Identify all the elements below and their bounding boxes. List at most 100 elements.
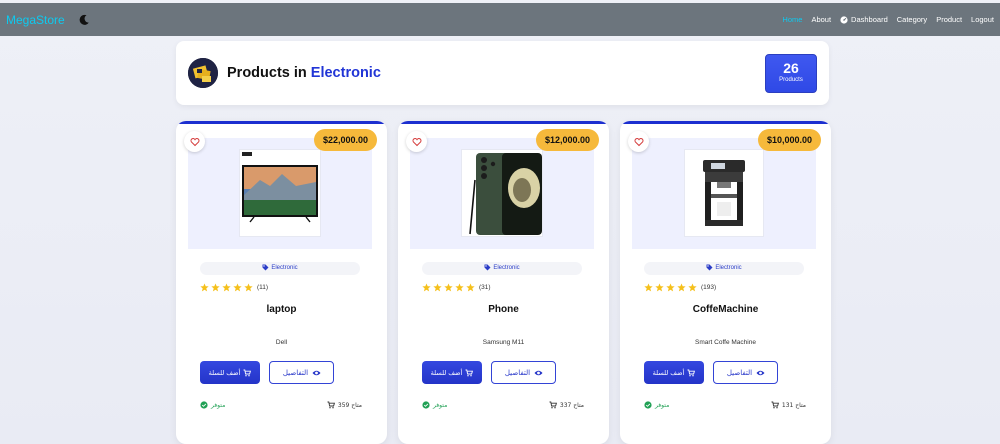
star-icon: [444, 283, 453, 292]
availability-status: متوفر: [644, 401, 669, 409]
product-image[interactable]: [462, 150, 542, 236]
tag-icon: [262, 264, 269, 271]
stock-label: متاح 337: [559, 401, 584, 409]
product-description: Samsung M11: [482, 339, 525, 346]
tag-icon: [706, 264, 713, 271]
category-label: Electronic: [271, 265, 298, 271]
moon-icon[interactable]: [77, 13, 91, 27]
star-icon: [433, 283, 442, 292]
product-count-badge: 26 Products: [765, 54, 817, 93]
dashboard-icon: [840, 15, 848, 24]
add-to-cart-button[interactable]: أضف للسلة: [200, 361, 260, 384]
price-badge: $22,000.00: [313, 129, 377, 151]
availability-label: متوفر: [211, 401, 226, 409]
tag-icon: [484, 264, 491, 271]
details-label: التفاصيل: [504, 368, 531, 377]
star-icon: [466, 283, 475, 292]
brand-logo[interactable]: MegaStore: [6, 13, 65, 27]
availability-label: متوفر: [433, 401, 448, 409]
eye-icon: [534, 369, 543, 377]
favorite-heart-icon[interactable]: [184, 131, 205, 152]
product-image[interactable]: [685, 150, 763, 236]
add-to-cart-label: أضف للسلة: [430, 368, 463, 377]
nav-about[interactable]: About: [811, 15, 831, 24]
stock-info: متاح 337: [549, 401, 584, 409]
star-icon: [200, 283, 209, 292]
cart-icon: [687, 369, 696, 377]
nav-product[interactable]: Product: [936, 15, 962, 24]
navbar: MegaStore Home About Dashboard Category …: [0, 3, 1000, 36]
favorite-heart-icon[interactable]: [628, 131, 649, 152]
check-circle-icon: [644, 401, 652, 409]
star-icon: [422, 283, 431, 292]
page-title: Products in Electronic: [227, 65, 381, 81]
nav-category[interactable]: Category: [897, 15, 927, 24]
details-button[interactable]: التفاصيل: [491, 361, 556, 384]
star-icon: [211, 283, 220, 292]
stock-label: متاح 359: [337, 401, 362, 409]
stock-info: متاح 359: [327, 401, 362, 409]
rating-stars: (11): [200, 283, 268, 292]
nav-home[interactable]: Home: [782, 15, 802, 24]
availability-status: متوفر: [200, 401, 225, 409]
product-image[interactable]: [240, 150, 320, 236]
rating-stars: (193): [644, 283, 716, 292]
product-card: $10,000.00 Electronic (193) CoffeMachine…: [620, 121, 831, 444]
star-icon: [688, 283, 697, 292]
add-to-cart-button[interactable]: أضف للسلة: [422, 361, 482, 384]
star-icon: [666, 283, 675, 292]
category-pill[interactable]: Electronic: [644, 262, 804, 275]
cart-icon: [465, 369, 474, 377]
category-label: Electronic: [715, 265, 742, 271]
star-icon: [655, 283, 664, 292]
favorite-heart-icon[interactable]: [406, 131, 427, 152]
price-badge: $10,000.00: [757, 129, 821, 151]
category-pill[interactable]: Electronic: [200, 262, 360, 275]
availability-status: متوفر: [422, 401, 447, 409]
cart-icon: [549, 401, 557, 409]
review-count: (31): [479, 284, 491, 291]
eye-icon: [756, 369, 765, 377]
details-button[interactable]: التفاصيل: [713, 361, 778, 384]
details-label: التفاصيل: [726, 368, 753, 377]
product-count: 26: [783, 60, 799, 76]
cart-icon: [243, 369, 252, 377]
stock-info: متاح 131: [771, 401, 806, 409]
product-image-area: [188, 138, 372, 249]
details-label: التفاصيل: [282, 368, 309, 377]
star-icon: [677, 283, 686, 292]
review-count: (193): [701, 284, 717, 291]
nav-links: Home About Dashboard Category Product Lo…: [773, 15, 994, 24]
cart-icon: [327, 401, 335, 409]
check-circle-icon: [422, 401, 430, 409]
cart-icon: [771, 401, 779, 409]
category-pill[interactable]: Electronic: [422, 262, 582, 275]
nav-dashboard[interactable]: Dashboard: [840, 15, 888, 24]
review-count: (11): [257, 284, 269, 291]
star-icon: [644, 283, 653, 292]
product-image-area: [632, 138, 816, 249]
rating-stars: (31): [422, 283, 491, 292]
nav-dashboard-label: Dashboard: [851, 15, 888, 24]
star-icon: [455, 283, 464, 292]
category-header: Products in Electronic 26 Products: [176, 41, 829, 105]
product-name[interactable]: laptop: [176, 304, 387, 315]
availability-label: متوفر: [655, 401, 670, 409]
product-description: Smart Coffe Machine: [695, 339, 756, 346]
nav-logout[interactable]: Logout: [971, 15, 994, 24]
add-to-cart-label: أضف للسلة: [652, 368, 685, 377]
product-name[interactable]: Phone: [398, 304, 609, 315]
star-icon: [233, 283, 242, 292]
category-label: Electronic: [493, 265, 520, 271]
product-name[interactable]: CoffeMachine: [620, 304, 831, 315]
add-to-cart-button[interactable]: أضف للسلة: [644, 361, 704, 384]
product-image-area: [410, 138, 594, 249]
product-description: Dell: [275, 339, 288, 346]
price-badge: $12,000.00: [535, 129, 599, 151]
eye-icon: [312, 369, 321, 377]
title-prefix: Products in: [227, 65, 307, 81]
stock-label: متاح 131: [781, 401, 806, 409]
product-card: $12,000.00 Electronic (31) Phone Samsung…: [398, 121, 609, 444]
product-count-label: Products: [779, 77, 803, 83]
details-button[interactable]: التفاصيل: [269, 361, 334, 384]
